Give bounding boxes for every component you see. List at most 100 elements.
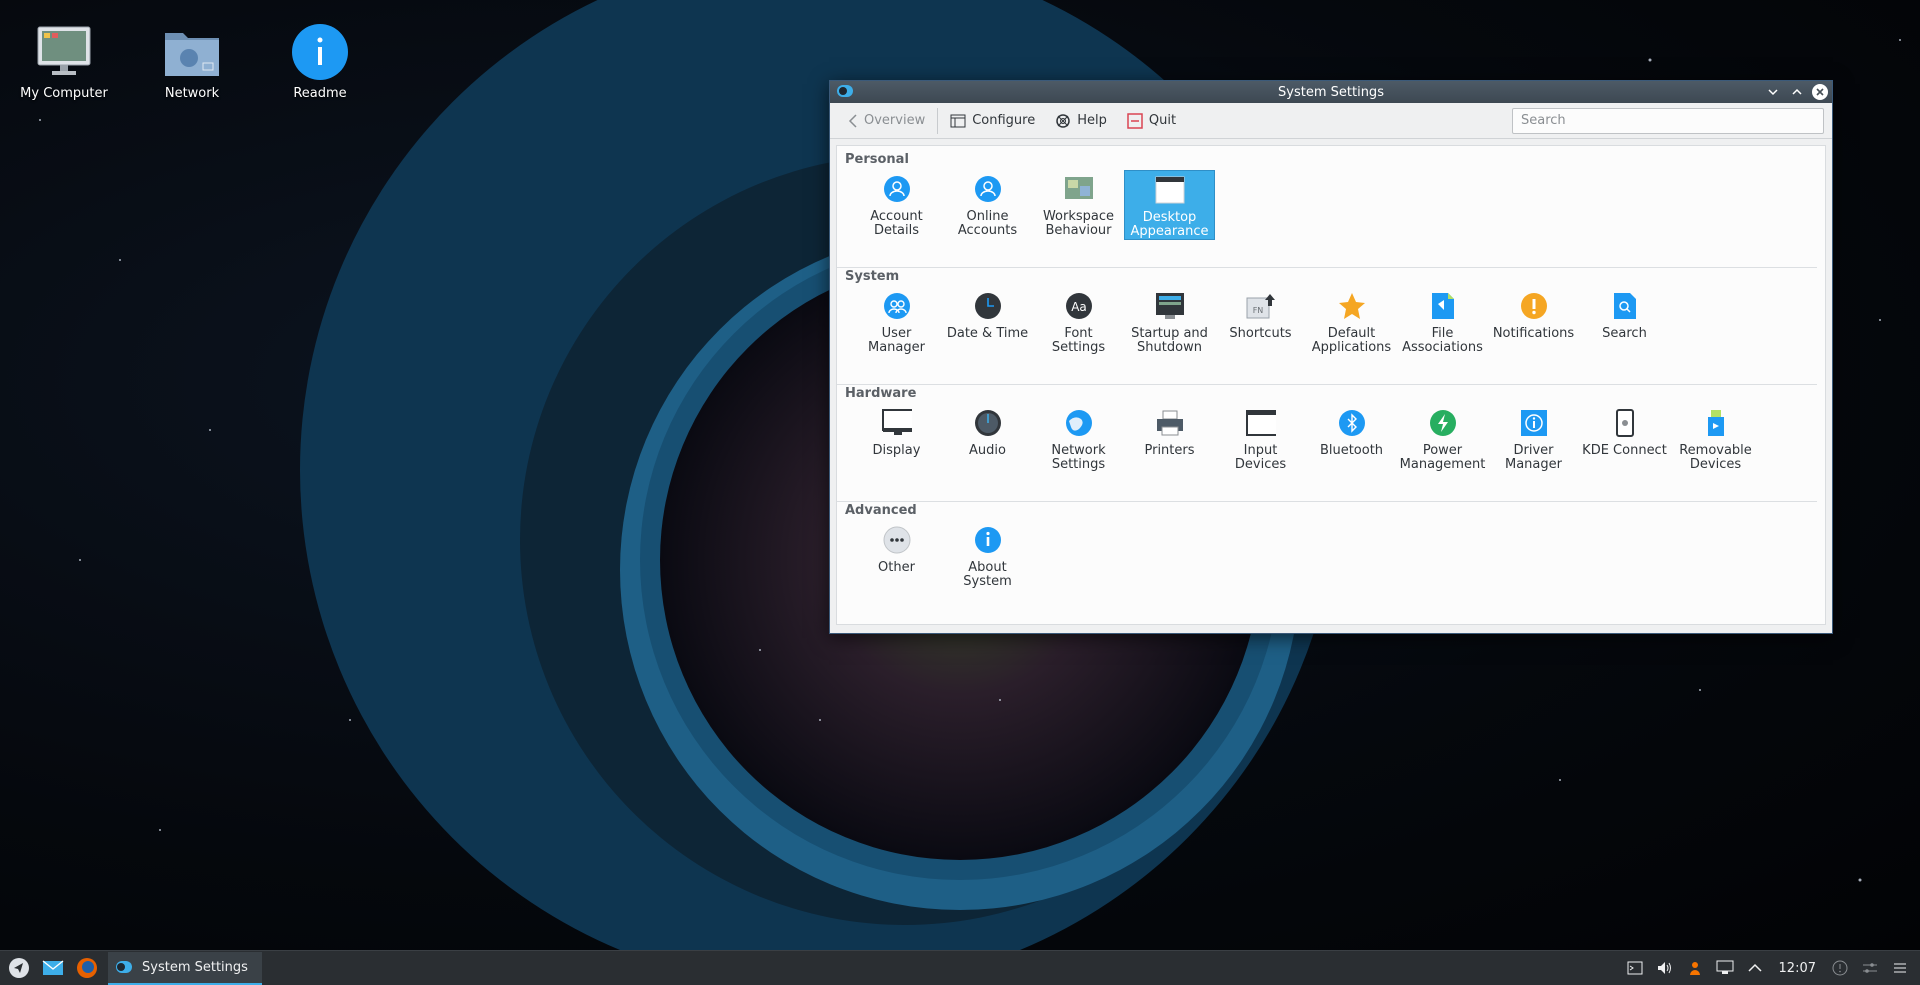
- item-account-details[interactable]: Account Details: [851, 170, 942, 240]
- item-label: Shortcuts: [1229, 326, 1292, 341]
- printer-icon: [1155, 408, 1185, 438]
- item-printers[interactable]: Printers: [1124, 404, 1215, 474]
- quit-button[interactable]: Quit: [1117, 109, 1186, 133]
- configure-icon: [950, 114, 966, 127]
- section-system: System User Manager Date & Time Aa Font …: [841, 269, 1821, 357]
- item-label: Input Devices: [1234, 443, 1287, 472]
- item-default-applications[interactable]: Default Applications: [1306, 287, 1397, 357]
- power-icon: [1428, 408, 1458, 438]
- item-input-devices[interactable]: Input Devices: [1215, 404, 1306, 474]
- taskbar-task-system-settings[interactable]: System Settings: [108, 951, 262, 985]
- item-label: Desktop Appearance: [1130, 210, 1209, 239]
- desktop-icon-readme[interactable]: Readme: [265, 22, 375, 101]
- firefox-icon: [77, 958, 97, 978]
- item-online-accounts[interactable]: Online Accounts: [942, 170, 1033, 240]
- toolbar-separator: [937, 107, 939, 134]
- chevron-down-icon: [1768, 89, 1778, 96]
- overview-button[interactable]: Overview: [838, 109, 935, 132]
- panel-settings-icon[interactable]: [1860, 958, 1880, 978]
- overview-label: Overview: [864, 113, 926, 128]
- item-bluetooth[interactable]: Bluetooth: [1306, 404, 1397, 474]
- item-label: Removable Devices: [1679, 443, 1752, 472]
- item-desktop-appearance[interactable]: Desktop Appearance: [1124, 170, 1215, 240]
- minimize-button[interactable]: [1764, 83, 1782, 101]
- mail-icon: [42, 960, 64, 975]
- system-settings-app-icon[interactable]: [837, 85, 853, 97]
- user-tray-icon[interactable]: [1685, 958, 1705, 978]
- item-user-manager[interactable]: User Manager: [851, 287, 942, 357]
- maximize-button[interactable]: [1788, 83, 1806, 101]
- item-font-settings[interactable]: Aa Font Settings: [1033, 287, 1124, 357]
- item-network-settings[interactable]: Network Settings: [1033, 404, 1124, 474]
- hamburger-menu-icon[interactable]: [1890, 958, 1910, 978]
- search-icon: [1610, 291, 1640, 321]
- workspace-icon: [1064, 174, 1094, 204]
- item-power-management[interactable]: Power Management: [1397, 404, 1488, 474]
- quit-label: Quit: [1148, 113, 1177, 128]
- item-audio[interactable]: Audio: [942, 404, 1033, 474]
- input-devices-icon: [1245, 408, 1276, 438]
- desktop-icon-my-computer[interactable]: My Computer: [9, 22, 119, 101]
- item-label: Online Accounts: [957, 209, 1018, 238]
- terminal-tray-icon[interactable]: [1625, 958, 1645, 978]
- item-label: File Associations: [1402, 326, 1483, 355]
- chevron-up-tray-icon[interactable]: [1745, 958, 1765, 978]
- window-titlebar[interactable]: System Settings: [830, 81, 1832, 103]
- desktop-icon-label: Readme: [293, 86, 347, 101]
- section-divider: [837, 501, 1817, 502]
- item-startup-shutdown[interactable]: Startup and Shutdown: [1124, 287, 1215, 357]
- window-toolbar: Overview Configure Help Quit: [830, 103, 1832, 139]
- window-title: System Settings: [1278, 84, 1384, 100]
- help-button[interactable]: Help: [1045, 109, 1117, 133]
- clock-icon: [973, 291, 1003, 321]
- item-search[interactable]: Search: [1579, 287, 1670, 357]
- item-label: Workspace Behaviour: [1042, 209, 1115, 238]
- item-label: Power Management: [1399, 443, 1486, 472]
- item-label: Date & Time: [946, 326, 1029, 341]
- clock[interactable]: 12:07: [1775, 961, 1820, 976]
- section-personal: Personal Account Details Online Accounts…: [841, 152, 1821, 240]
- system-settings-task-icon: [116, 961, 132, 973]
- desktop-icon-network[interactable]: Network: [137, 22, 247, 101]
- item-label: Printers: [1144, 443, 1195, 458]
- shortcuts-icon: FN: [1246, 291, 1276, 321]
- item-workspace-behaviour[interactable]: Workspace Behaviour: [1033, 170, 1124, 240]
- file-associations-icon: [1428, 291, 1458, 321]
- quit-icon: [1127, 112, 1143, 129]
- item-removable-devices[interactable]: Removable Devices: [1670, 404, 1761, 474]
- bluetooth-icon: [1337, 408, 1367, 438]
- item-label: Account Details: [870, 209, 923, 238]
- close-icon: [1816, 88, 1824, 96]
- item-notifications[interactable]: Notifications: [1488, 287, 1579, 357]
- online-accounts-icon: [973, 174, 1003, 204]
- volume-icon[interactable]: [1655, 958, 1675, 978]
- item-driver-manager[interactable]: Driver Manager: [1488, 404, 1579, 474]
- search-input[interactable]: [1512, 107, 1824, 134]
- item-date-time[interactable]: Date & Time: [942, 287, 1033, 357]
- section-title: Personal: [845, 152, 909, 167]
- network-tray-icon[interactable]: [1715, 958, 1735, 978]
- item-about-system[interactable]: About System: [942, 521, 1033, 591]
- mail-launcher[interactable]: [38, 953, 68, 983]
- item-label: User Manager: [868, 326, 925, 355]
- item-display[interactable]: Display: [851, 404, 942, 474]
- account-icon: [882, 174, 912, 204]
- item-other[interactable]: Other: [851, 521, 942, 591]
- chevron-up-icon: [1792, 88, 1802, 95]
- system-settings-window: System Settings Overview Configure Help: [829, 80, 1833, 634]
- item-label: Default Applications: [1311, 326, 1392, 355]
- driver-icon: [1519, 408, 1549, 438]
- configure-button[interactable]: Configure: [940, 109, 1045, 132]
- font-icon: Aa: [1064, 291, 1094, 321]
- close-button[interactable]: [1812, 84, 1828, 100]
- section-title: Hardware: [845, 386, 917, 401]
- firefox-launcher[interactable]: [72, 953, 102, 983]
- application-launcher-button[interactable]: [4, 953, 34, 983]
- item-file-associations[interactable]: File Associations: [1397, 287, 1488, 357]
- item-shortcuts[interactable]: FN Shortcuts: [1215, 287, 1306, 357]
- item-label: Network Settings: [1051, 443, 1106, 472]
- item-label: Audio: [969, 443, 1006, 458]
- section-title: System: [845, 269, 900, 284]
- notification-tray-icon[interactable]: [1830, 958, 1850, 978]
- item-kde-connect[interactable]: KDE Connect: [1579, 404, 1670, 474]
